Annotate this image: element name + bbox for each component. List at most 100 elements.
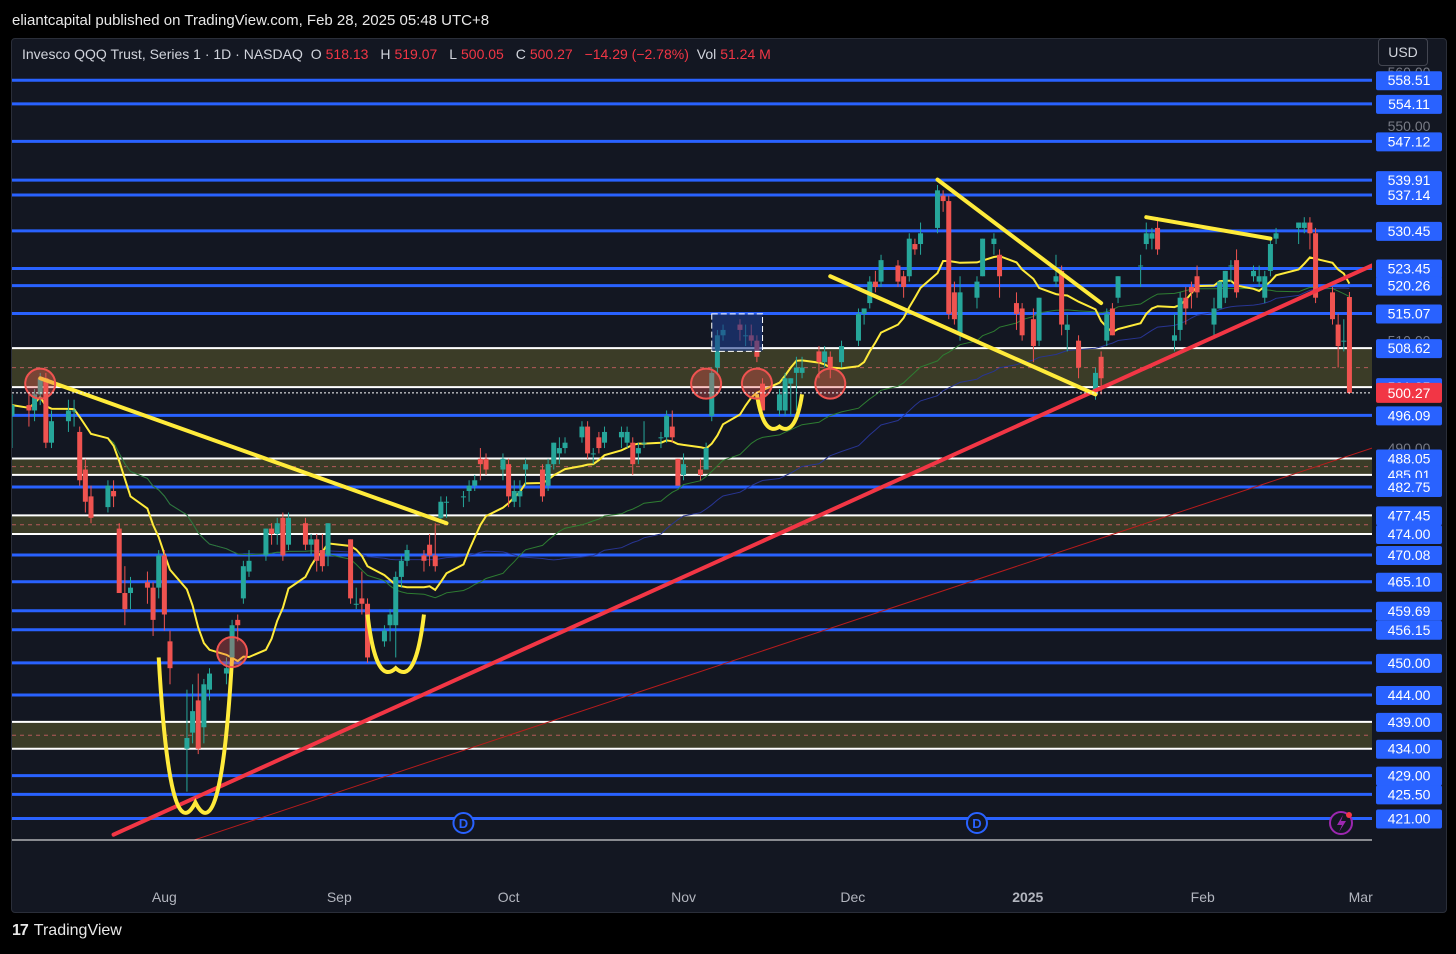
- candle-body-68: [556, 448, 562, 454]
- candle-body-41: [348, 539, 354, 599]
- time-axis-tick-4: Dec: [840, 889, 865, 905]
- candle-body-59: [483, 458, 489, 470]
- candle-body-55: [460, 496, 466, 498]
- candle-body-36: [302, 523, 308, 545]
- candle-body-17: [150, 587, 156, 620]
- candle-body-32: [269, 528, 275, 534]
- candle-body-48: [398, 560, 404, 577]
- candle-body-75: [618, 431, 624, 438]
- november-consolidation-box: [711, 313, 764, 352]
- level-price-label-1: 554.11: [1388, 96, 1430, 112]
- candle-body-147: [1222, 270, 1228, 298]
- level-price-label-14: 482.75: [1388, 479, 1431, 495]
- candle-body-146: [1217, 281, 1223, 309]
- candle-body-22: [190, 711, 196, 733]
- level-price-label-11: 496.09: [1388, 407, 1431, 423]
- low-label: L: [449, 46, 457, 62]
- candle-body-135: [1115, 276, 1121, 298]
- close-label: C: [515, 46, 526, 62]
- brand-name[interactable]: TradingView: [34, 922, 122, 940]
- candle-body-112: [912, 244, 918, 250]
- candle-body-42: [353, 603, 359, 605]
- level-price-label-27: 421.00: [1388, 811, 1431, 827]
- candle-body-45: [381, 630, 387, 642]
- candle-body-72: [590, 453, 596, 455]
- candle-body-104: [855, 313, 861, 341]
- candle-body-51: [427, 544, 433, 556]
- high-value: 519.07: [394, 46, 438, 62]
- candle-body-33: [274, 523, 280, 534]
- candle-body-54: [444, 501, 450, 503]
- dividend-marker-label-1: D: [972, 816, 981, 831]
- candle-body-9: [82, 469, 88, 502]
- candle-body-70: [579, 426, 585, 438]
- candle-body-37: [308, 539, 314, 545]
- time-axis-tick-1: Sep: [327, 889, 352, 905]
- volume-value: 51.24 M: [720, 46, 771, 62]
- tradingview-logo-icon: 17: [12, 922, 29, 939]
- candle-body-123: [1013, 303, 1019, 314]
- candle-body-151: [1256, 276, 1262, 282]
- level-price-label-6: 523.45: [1388, 260, 1431, 276]
- candle-body-126: [1036, 297, 1042, 341]
- close-value: 500.27: [529, 46, 573, 62]
- time-axis-tick-7: Mar: [1349, 889, 1373, 905]
- candle-body-52: [432, 555, 438, 567]
- february-resistance-line: [1144, 215, 1273, 241]
- candle-body-149: [1234, 260, 1240, 293]
- level-price-label-21: 450.00: [1388, 655, 1431, 671]
- candle-body-66: [545, 464, 551, 486]
- time-axis-tick-0: Aug: [152, 889, 177, 905]
- candle-body-136: [1138, 265, 1144, 267]
- candle-body-12: [111, 491, 117, 497]
- candle-body-50: [421, 555, 427, 561]
- candle-body-73: [596, 437, 602, 449]
- candle-body-24: [201, 684, 207, 728]
- candle-body-65: [539, 469, 545, 497]
- breakout-circle-marker-4: [814, 367, 847, 400]
- level-price-label-5: 530.45: [1388, 223, 1431, 239]
- candle-body-39: [319, 550, 325, 567]
- dividend-marker-label-0: D: [459, 816, 468, 831]
- candle-body-101: [822, 351, 828, 363]
- candle-body-162: [1346, 297, 1352, 393]
- level-price-label-0: 558.51: [1388, 72, 1431, 88]
- candle-body-20: [167, 641, 173, 669]
- candle-body-57: [472, 480, 478, 486]
- breakout-circle-marker-1: [216, 636, 249, 669]
- level-price-label-4: 537.14: [1388, 187, 1431, 203]
- candle-body-121: [991, 238, 997, 245]
- candle-body-64: [523, 464, 529, 470]
- candle-body-110: [901, 276, 907, 287]
- candle-body-96: [782, 378, 788, 411]
- level-price-label-26: 425.50: [1388, 786, 1431, 802]
- candle-body-13: [116, 528, 122, 594]
- candle-body-11: [105, 485, 111, 508]
- candle-body-100: [816, 351, 822, 363]
- candle-body-161: [1341, 340, 1347, 342]
- level-price-label-20: 456.15: [1388, 622, 1431, 638]
- symbol-name[interactable]: Invesco QQQ Trust, Series 1 · 1D · NASDA…: [22, 46, 303, 62]
- candle-body-69: [562, 442, 568, 449]
- level-price-label-9: 508.62: [1388, 340, 1431, 356]
- candle-body-10: [88, 496, 94, 518]
- candle-body-105: [861, 308, 867, 314]
- moving-average-mid: [12, 286, 1350, 599]
- candle-body-0: [12, 405, 15, 416]
- candle-body-107: [872, 281, 878, 287]
- candle-body-150: [1250, 270, 1256, 277]
- candle-body-159: [1329, 292, 1335, 320]
- price-chart[interactable]: DD560.00550.00510.00490.00558.51554.1154…: [0, 0, 1456, 954]
- breakout-circle-marker-3: [740, 367, 773, 400]
- level-price-label-12: 488.05: [1388, 451, 1431, 467]
- candle-body-46: [387, 614, 393, 626]
- time-axis-tick-2: Oct: [498, 889, 520, 905]
- candle-body-118: [957, 292, 963, 336]
- candle-body-1: [26, 405, 32, 411]
- candle-body-97: [788, 378, 794, 384]
- candle-body-18: [156, 555, 162, 588]
- candle-body-6: [65, 410, 71, 422]
- candle-body-26: [223, 668, 229, 674]
- candle-body-53: [438, 501, 444, 518]
- currency-button[interactable]: USD: [1378, 38, 1428, 66]
